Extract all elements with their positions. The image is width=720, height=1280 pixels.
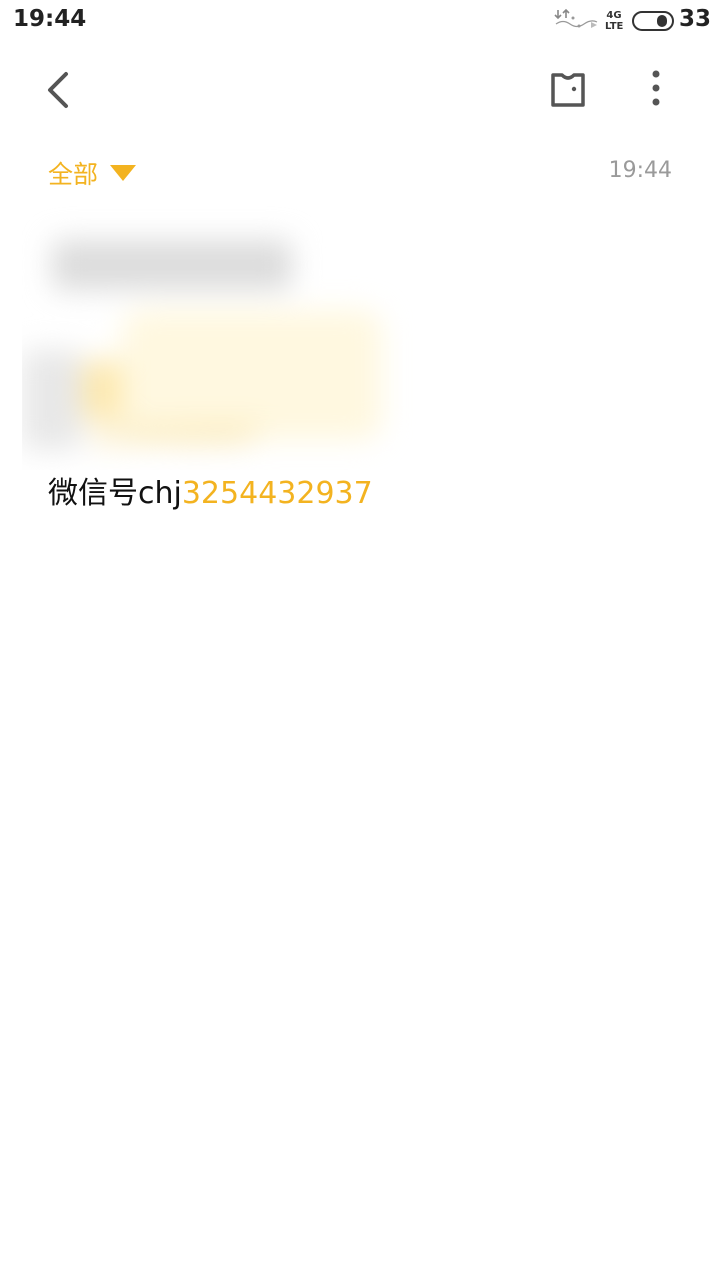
blurred-image-text: 3254432937: [92, 419, 259, 452]
phone-number-link[interactable]: 3254432937: [182, 476, 373, 511]
note-body: 微信号chj3254432937: [48, 472, 373, 516]
tag-icon: [551, 73, 585, 107]
network-type-top: 4G: [606, 10, 622, 21]
note-detail-screen: 19:44 4G LTE 33 全部 19:44 3254432937 微信号c…: [0, 0, 720, 1280]
data-activity-icon: [554, 8, 598, 28]
blurred-note-image[interactable]: 3254432937: [22, 200, 432, 470]
battery-icon: [632, 11, 674, 31]
chevron-left-icon: [48, 72, 68, 108]
status-time: 19:44: [13, 6, 87, 32]
note-time: 19:44: [608, 158, 672, 183]
more-vertical-icon: [652, 70, 660, 106]
blurred-image-shapes: 3254432937: [22, 240, 382, 452]
note-text: 微信号chj: [48, 476, 182, 511]
category-label: 全部: [48, 160, 99, 189]
tag-button[interactable]: [540, 62, 596, 118]
status-bar: 19:44 4G LTE 33: [0, 0, 720, 42]
battery-level: 33: [679, 6, 712, 32]
more-options-button[interactable]: [632, 62, 680, 118]
network-type: 4G LTE: [605, 10, 623, 32]
network-type-bottom: LTE: [605, 21, 624, 32]
blurred-image-content: 3254432937: [22, 200, 432, 470]
caret-down-icon: [110, 165, 137, 181]
category-dropdown[interactable]: 全部: [48, 155, 137, 191]
back-button[interactable]: [30, 62, 86, 118]
